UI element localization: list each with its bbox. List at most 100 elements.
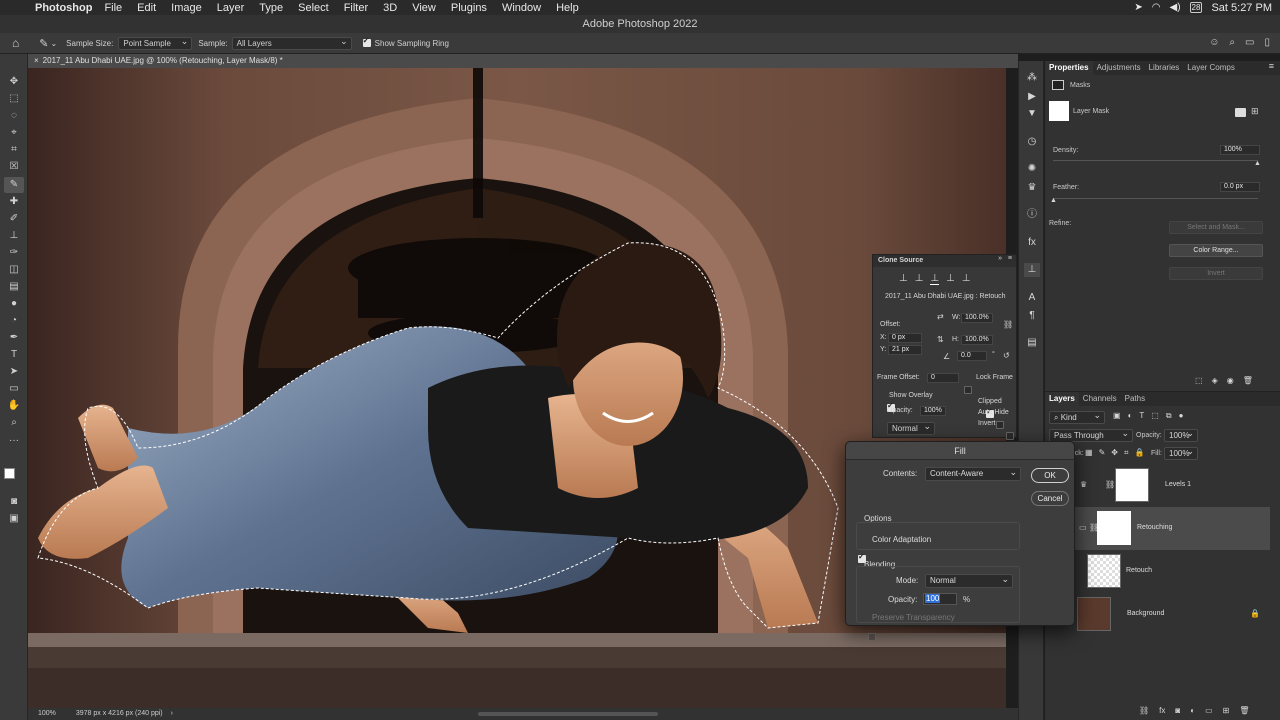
dodge-tool-icon[interactable]: ◔ [4,313,24,329]
clone-stamp-tool-icon[interactable]: ⊥ [4,228,24,244]
screen-mode-icon[interactable]: ▣ [4,511,24,527]
feather-slider-handle[interactable]: ▲ [1050,197,1057,204]
tab-layers[interactable]: Layers [1045,392,1079,406]
preserve-transparency-checkbox[interactable] [868,632,877,641]
wifi-icon[interactable]: ◠ [1152,2,1161,13]
layer-opacity-input[interactable]: 100% [1164,428,1198,442]
hand-tool-icon[interactable]: ✋ [4,398,24,414]
marquee-tool-icon[interactable]: ⬚ [4,91,24,107]
color-range-button[interactable]: Color Range... [1169,244,1263,257]
overlay-blend-select[interactable]: Normal [887,421,935,435]
offset-x-input[interactable]: 0 px [888,333,922,343]
apply-mask-icon[interactable]: ◈ [1212,376,1218,385]
rotation-input[interactable]: 0.0 [957,351,987,361]
move-tool-icon[interactable]: ✥ [4,74,24,90]
contents-select[interactable]: Content-Aware [925,466,1021,481]
clone-source-slot-1-icon[interactable]: ⊥ [899,273,908,285]
new-group-icon[interactable]: ▭ [1205,706,1213,715]
path-selection-tool-icon[interactable]: ➤ [4,364,24,380]
clone-source-icon[interactable]: ⊥ [1024,263,1040,277]
visibility-icon[interactable]: ◉ [1227,376,1234,385]
layer-row-levels[interactable]: ♛ ⛓ Levels 1 [1045,464,1270,507]
select-and-mask-button[interactable]: Select and Mask... [1169,221,1263,234]
close-tab-icon[interactable]: × [34,56,39,65]
lock-artboard-icon[interactable]: ⌗ [1124,448,1129,458]
menu-help[interactable]: Help [556,2,579,14]
menu-select[interactable]: Select [298,2,329,14]
filter-type-icon[interactable]: T [1139,411,1144,421]
tab-paths[interactable]: Paths [1121,392,1149,406]
pen-tool-icon[interactable]: ✒ [4,330,24,346]
tab-adjustments[interactable]: Adjustments [1093,61,1145,75]
home-icon[interactable]: ⌂ [12,36,19,50]
document-info[interactable]: 3978 px x 4216 px (240 ppi) [76,710,163,717]
search-icon[interactable]: ⌕ [1229,37,1235,48]
brushes-icon[interactable]: ✺ [1024,162,1040,176]
frame-tool-icon[interactable]: ☒ [4,159,24,175]
density-slider-handle[interactable]: ▲ [1254,160,1261,167]
lock-frame-checkbox[interactable] [964,386,972,394]
filter-smart-icon[interactable]: ⧉ [1166,411,1172,421]
brush-tool-icon[interactable]: ✐ [4,211,24,227]
flip-vertical-icon[interactable]: ⇅ [937,335,944,344]
shape-tool-icon[interactable]: ▭ [4,381,24,397]
delete-layer-icon[interactable]: 🗑 [1239,706,1249,715]
add-mask-icon[interactable]: ◙ [1175,706,1180,715]
invert-mask-button[interactable]: Invert [1169,267,1263,280]
tab-layer-comps[interactable]: Layer Comps [1183,61,1239,75]
auto-hide-checkbox[interactable] [995,421,1004,429]
eyedropper-tool-icon[interactable]: ✎ [4,177,24,193]
horizontal-scrollbar[interactable] [478,712,658,716]
layer-fill-input[interactable]: 100% [1164,446,1198,460]
document-tab[interactable]: × 2017_11 Abu Dhabi UAE.jpg @ 100% (Retou… [28,54,1018,68]
menu-view[interactable]: View [412,2,436,14]
menu-type[interactable]: Type [259,2,283,14]
quick-mask-icon[interactable]: ◙ [4,494,24,510]
vector-mask-icon[interactable]: ⊞ [1251,106,1259,117]
reset-transform-icon[interactable]: ↺ [1003,351,1010,360]
menu-layer[interactable]: Layer [217,2,245,14]
history-brush-tool-icon[interactable]: ✑ [4,245,24,261]
density-input[interactable]: 100% [1220,145,1260,155]
more-tools-icon[interactable]: ··· [4,433,24,449]
overlay-opacity-input[interactable]: 100% [920,406,946,416]
clock[interactable]: Sat 5:27 PM [1211,2,1272,14]
history-icon[interactable]: ◷ [1024,135,1040,149]
filter-pixel-icon[interactable]: ▣ [1113,411,1121,421]
new-layer-icon[interactable]: ⊞ [1223,706,1230,715]
healing-brush-tool-icon[interactable]: ✚ [4,194,24,210]
tab-channels[interactable]: Channels [1079,392,1121,406]
pixel-mask-icon[interactable] [1235,108,1246,117]
status-chevron-icon[interactable]: › [171,710,173,717]
menu-app-name[interactable]: Photoshop [35,2,92,14]
actions-play-icon[interactable]: ▶ [1024,90,1040,104]
calendar-badge[interactable]: 28 [1189,2,1203,13]
menu-plugins[interactable]: Plugins [451,2,487,14]
flip-horizontal-icon[interactable]: ⇄ [937,312,944,321]
menu-image[interactable]: Image [171,2,202,14]
feather-input[interactable]: 0.0 px [1220,182,1260,192]
add-style-icon[interactable]: fx [1159,706,1165,715]
clone-source-slot-4-icon[interactable]: ⊥ [946,273,955,285]
clone-source-slot-3-icon[interactable]: ⊥ [930,273,940,285]
invert-overlay-checkbox[interactable] [1005,432,1014,440]
character-icon[interactable]: A [1024,291,1040,305]
blur-tool-icon[interactable]: ● [4,296,24,312]
new-adjustment-icon[interactable]: ◐ [1190,706,1195,715]
collapse-panel-icon[interactable]: » [998,255,1002,262]
lock-image-icon[interactable]: ✎ [1099,448,1106,458]
share-icon[interactable]: ☺ [1209,37,1219,48]
brush-settings-icon[interactable]: ♛ [1024,181,1040,195]
menu-file[interactable]: File [104,2,122,14]
crop-tool-icon[interactable]: ⌗ [4,142,24,158]
clone-source-slot-5-icon[interactable]: ⊥ [962,273,971,285]
layer-mask-thumbnail[interactable] [1049,101,1069,121]
layer-row-retouch[interactable]: Retouch [1045,550,1270,593]
blend-mode-select[interactable]: Normal [925,573,1013,588]
link-layers-icon[interactable]: ⛓ [1139,706,1149,715]
zoom-tool-icon[interactable]: ⌕ [4,415,24,431]
clone-source-slot-2-icon[interactable]: ⊥ [915,273,924,285]
menu-edit[interactable]: Edit [137,2,156,14]
lock-transparent-icon[interactable]: ▦ [1085,448,1093,458]
ok-button[interactable]: OK [1031,468,1069,483]
